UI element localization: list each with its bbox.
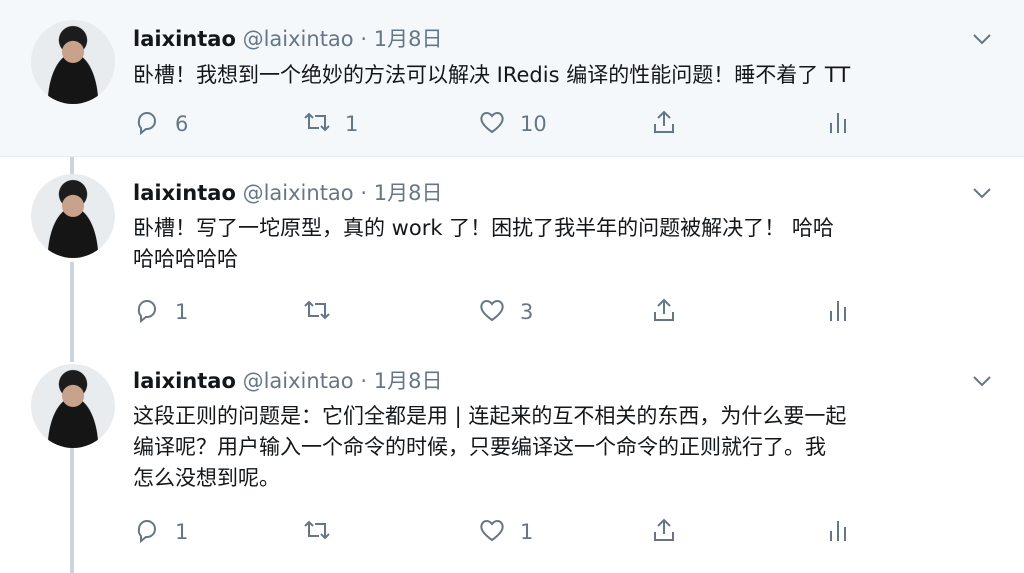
tweet[interactable]: laixintao @laixintao · 1月8日 卧槽！我想到一个绝妙的方…: [0, 0, 1024, 157]
display-name[interactable]: laixintao: [133, 27, 236, 51]
chevron-down-icon[interactable]: [970, 27, 994, 51]
separator-dot: ·: [360, 27, 368, 51]
timestamp[interactable]: 1月8日: [374, 27, 443, 51]
reply-button[interactable]: 6: [133, 108, 188, 140]
tweet-header: laixintao @laixintao · 1月8日: [133, 368, 442, 394]
like-button[interactable]: 1: [478, 516, 533, 548]
tweet-header: laixintao @laixintao · 1月8日: [133, 26, 442, 52]
display-name[interactable]: laixintao: [133, 181, 236, 205]
display-name[interactable]: laixintao: [133, 369, 236, 393]
separator-dot: ·: [360, 369, 368, 393]
reply-count: 1: [175, 520, 189, 544]
timestamp[interactable]: 1月8日: [374, 181, 443, 205]
tweet-text-line: 这段正则的问题是：它们全都是用 | 连起来的互不相关的东西，为什么要一起: [133, 404, 847, 428]
analytics-button[interactable]: [824, 108, 852, 140]
analytics-icon: [824, 296, 852, 329]
handle[interactable]: @laixintao: [243, 27, 354, 51]
retweet-count: 1: [345, 112, 359, 136]
tweet-text-line: 卧槽！写了一坨原型，真的 work 了！困扰了我半年的问题被解决了！ 哈哈: [133, 216, 834, 240]
retweet-icon: [303, 296, 331, 329]
reply-count: 6: [175, 112, 189, 136]
reply-button[interactable]: 1: [133, 296, 188, 328]
heart-icon: [478, 108, 506, 141]
tweet-text-line: 哈哈哈哈哈: [133, 247, 238, 271]
heart-icon: [478, 516, 506, 549]
share-icon: [650, 108, 678, 141]
tweet-text: 卧槽！我想到一个绝妙的方法可以解决 IRedis 编译的性能问题！睡不着了 TT: [133, 60, 1003, 91]
retweet-button[interactable]: [303, 296, 331, 328]
reply-icon: [133, 296, 161, 329]
handle[interactable]: @laixintao: [243, 369, 354, 393]
tweet[interactable]: laixintao @laixintao · 1月8日 卧槽！写了一坨原型，真的…: [0, 156, 1024, 346]
like-button[interactable]: 3: [478, 296, 533, 328]
separator-dot: ·: [360, 181, 368, 205]
retweet-icon: [303, 516, 331, 549]
tweet-text-line: 编译呢？用户输入一个命令的时候，只要编译这一个命令的正则就行了。我: [133, 435, 826, 459]
share-icon: [650, 516, 678, 549]
retweet-icon: [303, 108, 331, 141]
reply-button[interactable]: 1: [133, 516, 188, 548]
like-count: 1: [520, 520, 534, 544]
share-button[interactable]: [650, 516, 678, 548]
handle[interactable]: @laixintao: [243, 181, 354, 205]
retweet-button[interactable]: [303, 516, 331, 548]
chevron-down-icon[interactable]: [970, 369, 994, 393]
tweet-text: 这段正则的问题是：它们全都是用 | 连起来的互不相关的东西，为什么要一起 编译呢…: [133, 401, 1003, 494]
tweet[interactable]: laixintao @laixintao · 1月8日 这段正则的问题是：它们全…: [0, 346, 1024, 573]
tweet-text: 卧槽！写了一坨原型，真的 work 了！困扰了我半年的问题被解决了！ 哈哈 哈哈…: [133, 213, 1003, 275]
like-count: 10: [520, 112, 547, 136]
share-button[interactable]: [650, 108, 678, 140]
avatar[interactable]: [31, 364, 115, 448]
avatar[interactable]: [31, 174, 115, 258]
timestamp[interactable]: 1月8日: [374, 369, 443, 393]
heart-icon: [478, 296, 506, 329]
avatar[interactable]: [31, 20, 115, 104]
reply-count: 1: [175, 300, 189, 324]
retweet-button[interactable]: 1: [303, 108, 358, 140]
analytics-icon: [824, 516, 852, 549]
reply-icon: [133, 516, 161, 549]
like-count: 3: [520, 300, 534, 324]
share-icon: [650, 296, 678, 329]
tweet-text-line: 卧槽！我想到一个绝妙的方法可以解决 IRedis 编译的性能问题！睡不着了 TT: [133, 63, 851, 87]
share-button[interactable]: [650, 296, 678, 328]
chevron-down-icon[interactable]: [970, 181, 994, 205]
analytics-icon: [824, 108, 852, 141]
analytics-button[interactable]: [824, 516, 852, 548]
reply-icon: [133, 108, 161, 141]
tweet-header: laixintao @laixintao · 1月8日: [133, 180, 442, 206]
analytics-button[interactable]: [824, 296, 852, 328]
tweet-text-line: 怎么没想到呢。: [133, 466, 280, 490]
like-button[interactable]: 10: [478, 108, 547, 140]
